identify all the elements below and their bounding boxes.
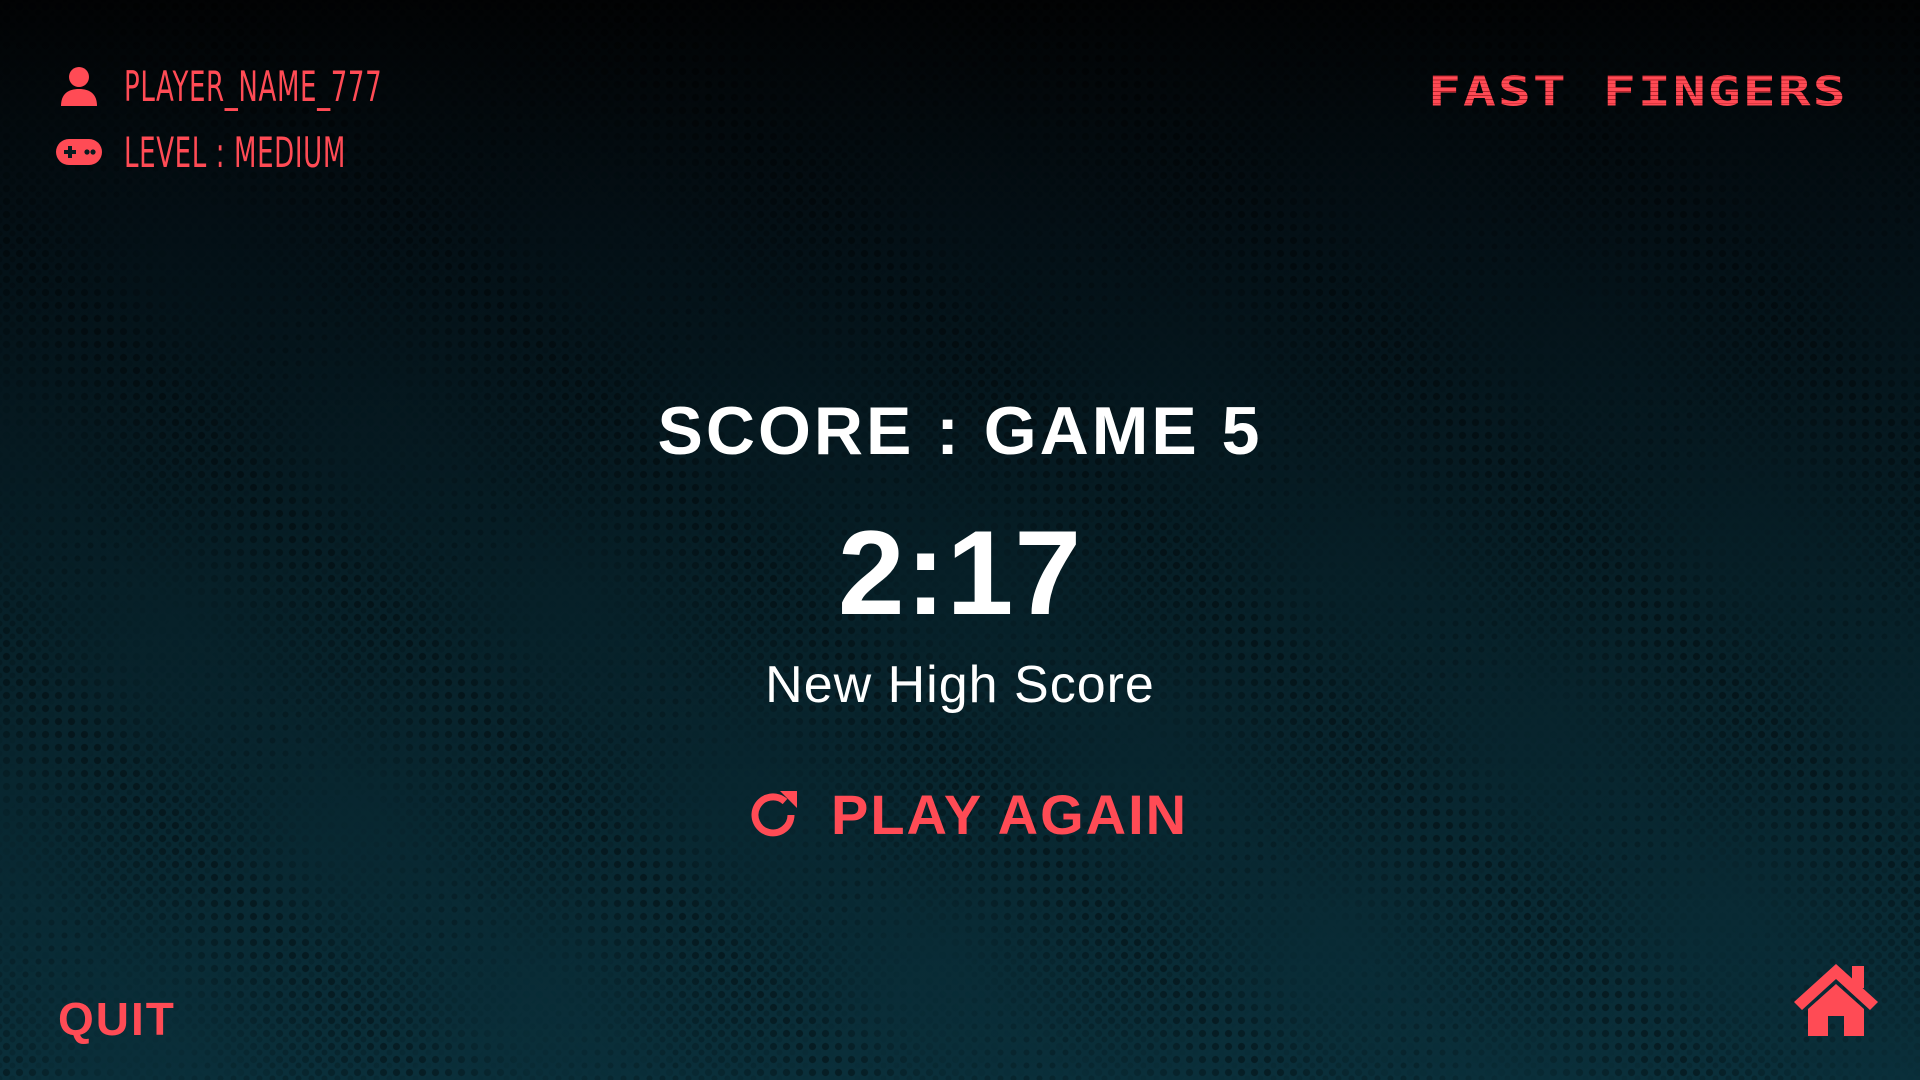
user-icon (56, 66, 102, 106)
player-name-row: PLAYER_NAME_777 (56, 58, 541, 114)
player-info-panel: PLAYER_NAME_777 LEVEL : MEDIUM (56, 58, 541, 190)
score-title: SCORE : GAME 5 (657, 393, 1263, 469)
level-label: LEVEL : MEDIUM (124, 127, 346, 177)
quit-button[interactable]: QUIT (58, 992, 176, 1046)
level-row: LEVEL : MEDIUM (56, 124, 541, 180)
refresh-icon (745, 787, 801, 843)
play-again-label: PLAY AGAIN (831, 783, 1189, 846)
high-score-note: New High Score (765, 656, 1155, 714)
play-again-button[interactable]: PLAY AGAIN (745, 782, 1188, 847)
score-time: 2:17 (837, 506, 1083, 640)
home-icon (1794, 964, 1878, 1036)
home-button[interactable] (1792, 962, 1880, 1038)
gamepad-icon (56, 132, 102, 172)
player-name: PLAYER_NAME_777 (124, 61, 383, 111)
game-logo: FAST FINGERS (1428, 68, 1848, 116)
